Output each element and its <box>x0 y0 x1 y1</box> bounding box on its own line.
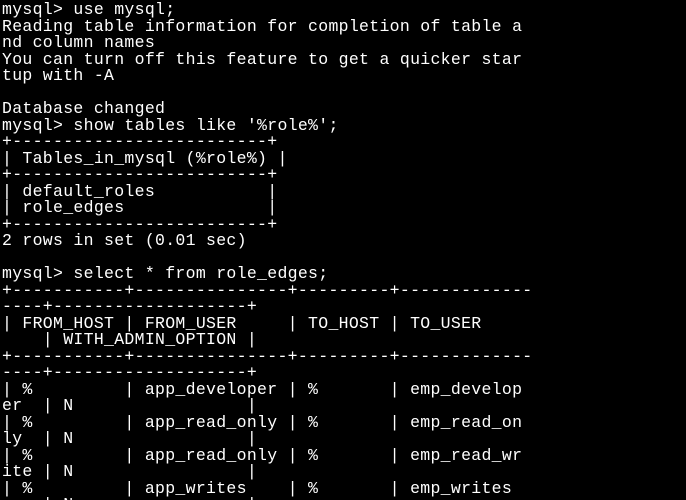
terminal-output: mysql> use mysql; Reading table informat… <box>0 0 686 500</box>
